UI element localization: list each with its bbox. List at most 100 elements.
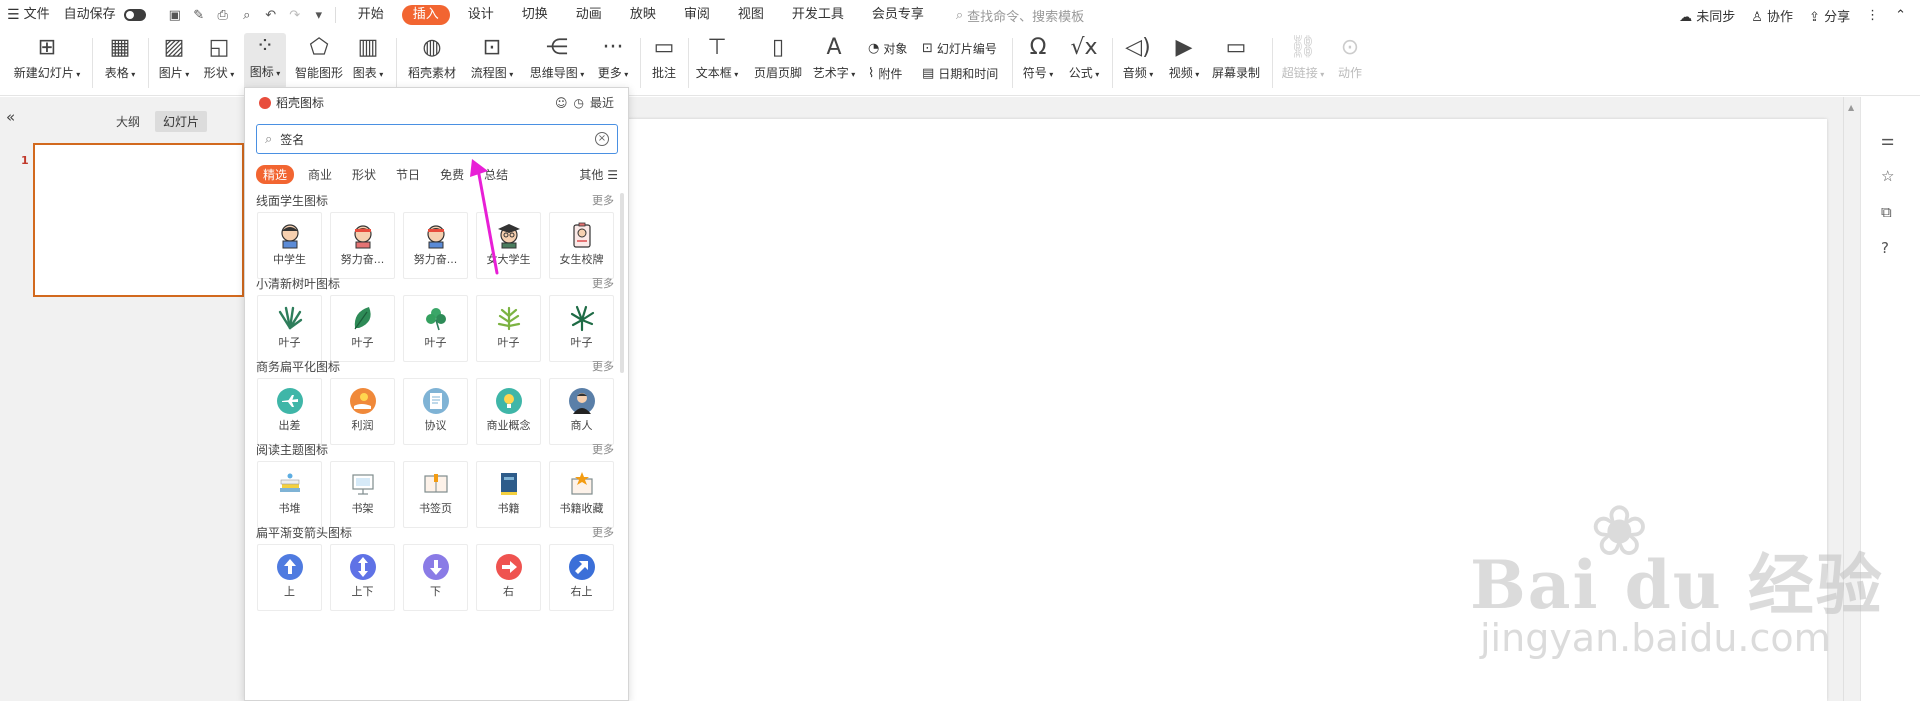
undo-icon[interactable]: ↶ [263, 8, 279, 23]
tab-design[interactable]: 设计 [454, 0, 508, 30]
more-menu-icon[interactable]: ⋮ [1858, 8, 1887, 23]
wordart-button[interactable]: A 艺术字 ▾ [810, 34, 858, 81]
filter-shapes[interactable]: 形状 [352, 166, 376, 183]
icon-card[interactable]: 书架 [330, 461, 395, 528]
icon-card[interactable]: 上下 [330, 544, 395, 611]
sync-status[interactable]: ☁ 未同步 [1671, 6, 1743, 25]
smartart-button[interactable]: ⬠ 智能图形 [293, 34, 345, 81]
filter-holidays[interactable]: 节日 [396, 166, 420, 183]
collapse-ribbon-icon[interactable]: ⌃ [1887, 8, 1920, 23]
table-button[interactable]: ▦ 表格 ▾ [100, 34, 140, 81]
format-painter-icon[interactable]: ✎ [191, 8, 207, 23]
hyperlink-button[interactable]: ⛓ 超链接 ▾ [1280, 34, 1326, 81]
icon-card[interactable]: 叶子 [403, 295, 468, 362]
textbox-button[interactable]: ⊤ 文本框 ▾ [694, 34, 740, 81]
icon-search-input[interactable] [280, 132, 595, 146]
tab-animations[interactable]: 动画 [562, 0, 616, 30]
picture-button[interactable]: ▨ 图片 ▾ [156, 34, 192, 81]
icon-card[interactable]: 商业概念 [476, 378, 541, 445]
formula-button[interactable]: √x 公式 ▾ [1064, 34, 1104, 81]
tab-slideshow[interactable]: 放映 [616, 0, 670, 30]
icon-card[interactable]: 下 [403, 544, 468, 611]
more-link[interactable]: 更多 [592, 524, 614, 540]
icon-card[interactable]: 书籍收藏 [549, 461, 614, 528]
star-icon[interactable]: ☆ [1881, 167, 1894, 185]
icon-card[interactable]: 右 [476, 544, 541, 611]
customize-icon[interactable]: ▾ [311, 8, 327, 23]
share-button[interactable]: ⇪ 分享 [1801, 6, 1858, 25]
more-link[interactable]: 更多 [592, 192, 614, 208]
tab-insert[interactable]: 插入 [401, 5, 450, 25]
icon-card[interactable]: 叶子 [330, 295, 395, 362]
settings-sliders-icon[interactable]: ⚌ [1881, 131, 1894, 149]
attachment-button[interactable]: ⌇ 附件 [868, 65, 902, 82]
tab-slides[interactable]: 幻灯片 [155, 111, 208, 132]
icon-card[interactable]: 书签页 [403, 461, 468, 528]
toggle-switch-icon[interactable] [123, 8, 146, 21]
mindmap-button[interactable]: ⋲ 思维导图 ▾ [526, 34, 588, 81]
more-link[interactable]: 更多 [592, 275, 614, 291]
help-icon[interactable]: ? [1881, 239, 1889, 257]
clear-search-icon[interactable]: × [595, 132, 609, 146]
comment-button[interactable]: ▭ 批注 [648, 34, 680, 81]
filter-free[interactable]: 免费 [440, 166, 464, 183]
tab-outline[interactable]: 大纲 [108, 111, 148, 132]
tab-developer[interactable]: 开发工具 [778, 0, 858, 30]
copy-icon[interactable]: ⧉ [1881, 203, 1892, 221]
command-search[interactable]: ⌕ 查找命令、搜索模板 [956, 6, 1084, 25]
screen-record-button[interactable]: ▭ 屏幕录制 [1210, 34, 1262, 81]
filter-business[interactable]: 商业 [308, 166, 332, 183]
collab-button[interactable]: ♙ 协作 [1743, 6, 1801, 25]
object-button[interactable]: ◔ 对象 [868, 40, 907, 57]
slide-thumbnail[interactable] [33, 143, 244, 297]
more-link[interactable]: 更多 [592, 358, 614, 374]
icon-card[interactable]: 叶子 [257, 295, 322, 362]
filter-other[interactable]: 其他 ☰ [579, 166, 618, 183]
icon-card[interactable]: 商人 [549, 378, 614, 445]
icon-card[interactable]: 书籍 [476, 461, 541, 528]
icon-card[interactable]: 叶子 [476, 295, 541, 362]
icon-card[interactable]: 上 [257, 544, 322, 611]
panel-scrollbar[interactable] [620, 193, 624, 373]
icon-button[interactable]: ⁘ 图标 ▾ [244, 33, 286, 89]
icon-card[interactable]: 叶子 [549, 295, 614, 362]
autosave-toggle[interactable]: 自动保存 [57, 0, 153, 30]
shape-button[interactable]: ◱ 形状 ▾ [200, 34, 238, 81]
print-preview-icon[interactable]: ⌕ [239, 8, 255, 23]
slide-number-button[interactable]: ⊡ 幻灯片编号 [922, 40, 997, 57]
tab-membership[interactable]: 会员专享 [858, 0, 938, 30]
save-icon[interactable]: ▣ [167, 8, 183, 23]
icon-card[interactable]: 女生校牌 [549, 212, 614, 279]
icon-card[interactable]: 协议 [403, 378, 468, 445]
more-link[interactable]: 更多 [592, 441, 614, 457]
new-slide-button[interactable]: ⊞ 新建幻灯片 ▾ [10, 34, 84, 81]
icon-card[interactable]: 中学生 [257, 212, 322, 279]
chart-button[interactable]: ▥ 图表 ▾ [350, 34, 386, 81]
symbol-button[interactable]: Ω 符号 ▾ [1018, 34, 1058, 81]
tab-review[interactable]: 审阅 [670, 0, 724, 30]
tab-view[interactable]: 视图 [724, 0, 778, 30]
filter-featured[interactable]: 精选 [256, 165, 295, 184]
scroll-up-icon[interactable]: ▲ [1848, 103, 1854, 112]
file-menu[interactable]: ☰ 文件 [0, 0, 57, 30]
icon-card[interactable]: 出差 [257, 378, 322, 445]
collapse-panel-icon[interactable]: « [6, 108, 15, 126]
material-button[interactable]: ◍ 稻壳素材 [405, 34, 459, 81]
icon-card[interactable]: 努力奋... [330, 212, 395, 279]
tab-home[interactable]: 开始 [344, 0, 398, 30]
audio-button[interactable]: ◁) 音频 ▾ [1118, 34, 1158, 81]
icon-card[interactable]: 右上 [549, 544, 614, 611]
redo-icon[interactable]: ↷ [287, 8, 303, 23]
tab-transitions[interactable]: 切换 [508, 0, 562, 30]
more-button[interactable]: ··· 更多 ▾ [594, 34, 632, 81]
icon-card[interactable]: 努力奋... [403, 212, 468, 279]
action-button[interactable]: ⊙ 动作 [1334, 34, 1366, 81]
icon-search-box[interactable]: ⌕ × [256, 124, 618, 154]
print-icon[interactable]: ⎙ [215, 8, 231, 23]
header-footer-button[interactable]: ▯ 页眉页脚 [752, 34, 804, 81]
icon-card[interactable]: 利润 [330, 378, 395, 445]
video-button[interactable]: ▶ 视频 ▾ [1164, 34, 1204, 81]
icon-card[interactable]: 书堆 [257, 461, 322, 528]
datetime-button[interactable]: ▤ 日期和时间 [922, 65, 998, 82]
flowchart-button[interactable]: ⊡ 流程图 ▾ [468, 34, 516, 81]
